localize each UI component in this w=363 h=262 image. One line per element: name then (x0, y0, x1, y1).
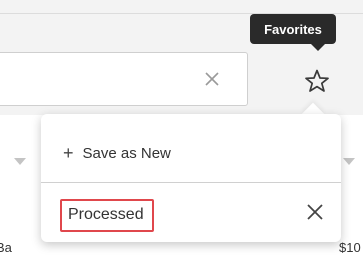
favorites-popover: + Save as New Processed (41, 114, 341, 242)
popover-divider (41, 182, 341, 183)
chevron-down-icon (343, 155, 355, 169)
favorite-item-label[interactable]: Processed (60, 199, 154, 232)
background-text: $10 (339, 240, 361, 255)
close-icon[interactable] (303, 200, 327, 224)
app-canvas: Favorites Ba 162 $10 + Save as New Proce… (0, 0, 363, 262)
save-as-new-label: Save as New (82, 144, 171, 162)
plus-icon: + (63, 143, 74, 163)
favorites-button[interactable] (294, 60, 340, 106)
tooltip-arrow (311, 44, 325, 51)
favorites-tooltip: Favorites (250, 14, 336, 44)
search-input[interactable] (0, 52, 248, 106)
save-as-new-button[interactable]: + Save as New (63, 144, 171, 162)
close-icon[interactable] (201, 68, 223, 90)
star-outline-icon (304, 68, 330, 99)
tooltip-text: Favorites (264, 21, 322, 37)
background-text: Ba (0, 240, 12, 255)
chevron-down-icon (14, 155, 26, 169)
favorite-item[interactable]: Processed (51, 190, 331, 234)
